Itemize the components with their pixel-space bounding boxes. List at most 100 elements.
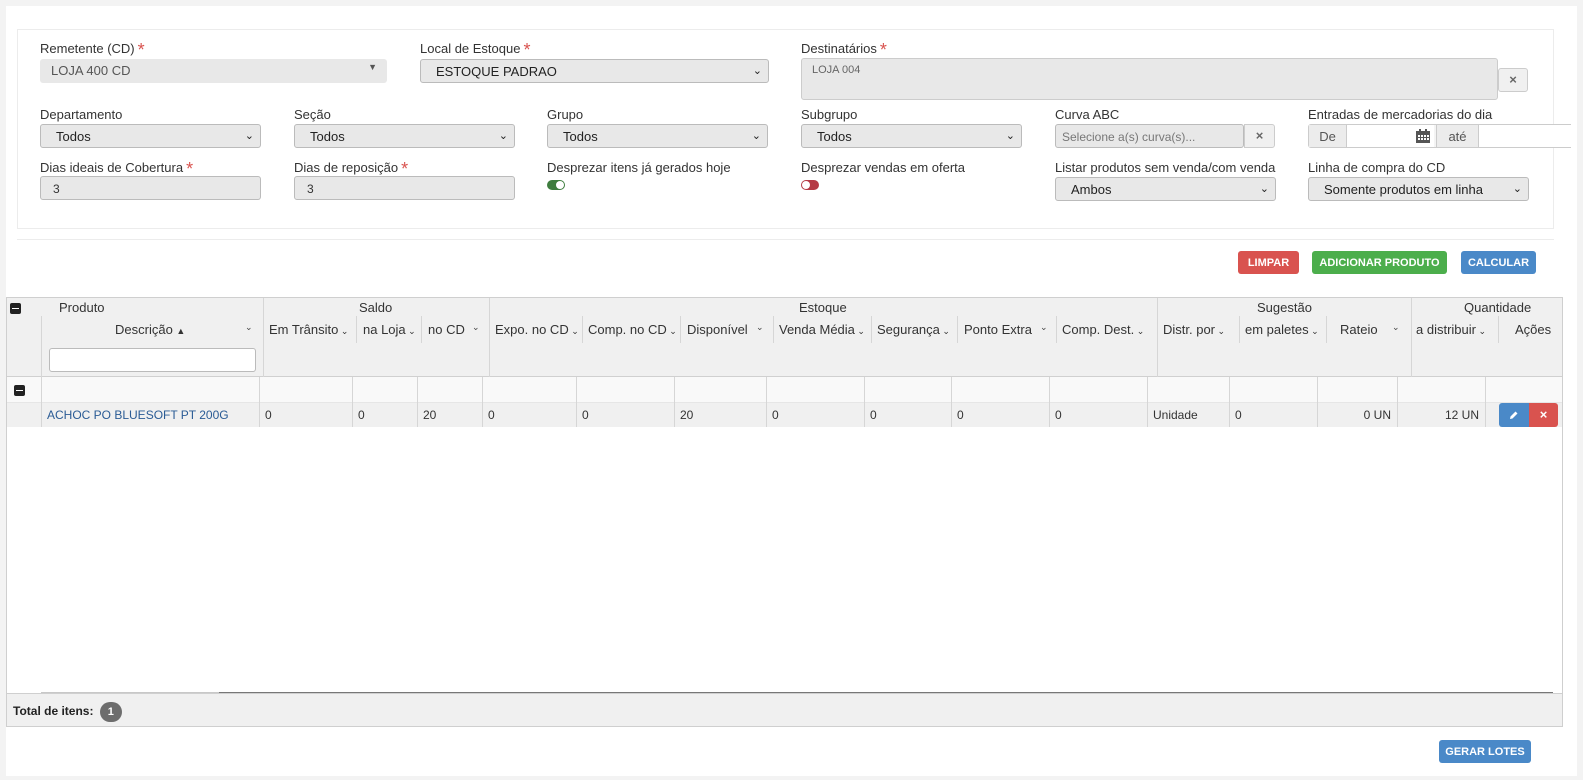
desprezar-itens-label: Desprezar itens já gerados hoje xyxy=(547,160,731,175)
col-em-transito[interactable]: Em Trânsito ⌄ xyxy=(269,322,348,337)
col-disponivel[interactable]: Disponível xyxy=(687,322,748,337)
ate-addon: até xyxy=(1436,125,1479,147)
divider xyxy=(17,239,1554,240)
grupo-value: Todos xyxy=(563,129,598,144)
col-distr-por[interactable]: Distr. por ⌄ xyxy=(1163,322,1233,337)
cell-seguranca: 0 xyxy=(870,408,877,422)
delete-button[interactable]: × xyxy=(1529,403,1558,427)
sort-asc-icon: ▲ xyxy=(176,326,186,336)
col-comp-dest[interactable]: Comp. Dest. ⌄ xyxy=(1062,322,1150,337)
departamento-label: Departamento xyxy=(40,107,123,122)
entradas-label: Entradas de mercadorias do dia xyxy=(1308,107,1493,122)
edit-button[interactable] xyxy=(1499,403,1529,427)
col-na-loja[interactable]: na Loja ⌄ xyxy=(363,322,415,337)
col-rateio[interactable]: Rateio xyxy=(1340,322,1378,337)
total-itens-badge: 1 xyxy=(99,702,122,722)
chevron-down-icon: ⌄ xyxy=(1259,183,1269,195)
departamento-select[interactable]: Todos ⌄ xyxy=(40,124,261,148)
calcular-button[interactable]: CALCULAR xyxy=(1461,251,1536,274)
subgrupo-select[interactable]: Todos ⌄ xyxy=(801,124,1022,148)
date-to-input[interactable] xyxy=(1479,125,1572,147)
cell-expo-cd: 0 xyxy=(488,408,495,422)
table-row[interactable]: ACHOC PO BLUESOFT PT 200G 0 0 20 0 0 20 … xyxy=(7,403,1562,427)
entradas-date-range: De até xyxy=(1308,124,1572,148)
subgrupo-label: Subgrupo xyxy=(801,107,858,122)
product-link[interactable]: ACHOC PO BLUESOFT PT 200G xyxy=(47,408,229,422)
local-estoque-label: Local de Estoque * xyxy=(420,40,531,60)
grid-footer: Total de itens: 1 xyxy=(6,693,1563,727)
destinatario-tag[interactable]: LOJA 004 xyxy=(812,64,860,76)
desprezar-vendas-label: Desprezar vendas em oferta xyxy=(801,160,966,175)
products-grid: Produto Saldo Estoque Sugestão Quantidad… xyxy=(6,297,1563,727)
destinatarios-input[interactable]: LOJA 004 xyxy=(801,58,1498,100)
collapse-icon[interactable] xyxy=(14,385,25,396)
linha-compra-select[interactable]: Somente produtos em linha ⌄ xyxy=(1308,177,1529,201)
chevron-down-icon[interactable]: ⌄ xyxy=(1392,322,1400,333)
dias-cobertura-input[interactable]: 3 xyxy=(40,176,261,200)
col-expo-cd[interactable]: Expo. no CD ⌄ xyxy=(495,322,579,337)
col-comp-cd[interactable]: Comp. no CD ⌄ xyxy=(588,322,677,337)
curva-abc-input[interactable]: Selecione a(s) curva(s)... xyxy=(1055,124,1244,148)
gerar-lotes-button[interactable]: GERAR LOTES xyxy=(1439,740,1531,763)
dias-reposicao-label: Dias de reposição * xyxy=(294,159,409,179)
cell-rateio: 0 UN xyxy=(1363,408,1391,422)
grupo-label: Grupo xyxy=(547,107,584,122)
col-em-paletes[interactable]: em paletes ⌄ xyxy=(1245,322,1323,337)
grupo-select[interactable]: Todos ⌄ xyxy=(547,124,768,148)
toggle-knob xyxy=(802,181,810,189)
cell-em-transito: 0 xyxy=(265,408,272,422)
calendar-icon[interactable] xyxy=(1415,128,1431,143)
col-no-cd[interactable]: no CD xyxy=(428,322,465,337)
col-venda-media[interactable]: Venda Média ⌄ xyxy=(779,322,865,337)
curva-abc-label: Curva ABC xyxy=(1055,107,1120,122)
group-quantidade: Quantidade xyxy=(1464,300,1532,315)
group-saldo: Saldo xyxy=(359,300,393,315)
group-row xyxy=(7,377,1562,403)
toggle-knob xyxy=(556,181,564,189)
chevron-down-icon[interactable]: ⌄ xyxy=(245,322,253,333)
secao-value: Todos xyxy=(310,129,345,144)
departamento-value: Todos xyxy=(56,129,91,144)
chevron-down-icon[interactable]: ⌄ xyxy=(756,322,764,333)
close-icon: × xyxy=(1539,407,1548,422)
chevron-down-icon[interactable]: ⌄ xyxy=(472,322,480,333)
chevron-down-icon: ⌄ xyxy=(244,130,254,142)
chevron-down-icon: ⌄ xyxy=(498,130,508,142)
listar-produtos-label: Listar produtos sem venda/com venda xyxy=(1055,160,1276,175)
clear-destinatarios-button[interactable]: × xyxy=(1498,68,1528,92)
col-ponto-extra[interactable]: Ponto Extra xyxy=(964,322,1032,337)
cell-disponivel: 20 xyxy=(680,408,694,422)
subgrupo-value: Todos xyxy=(817,129,852,144)
remetente-select[interactable]: LOJA 400 CD ▼ xyxy=(40,59,387,83)
total-itens-label: Total de itens: 1 xyxy=(13,702,122,722)
col-a-distribuir[interactable]: a distribuir ⌄ xyxy=(1416,322,1496,337)
col-seguranca[interactable]: Segurança ⌄ xyxy=(877,322,953,337)
cell-distr-por: Unidade xyxy=(1153,408,1198,422)
cell-comp-dest: 0 xyxy=(1055,408,1062,422)
chevron-down-icon: ⌄ xyxy=(752,65,762,77)
chevron-down-icon[interactable]: ⌄ xyxy=(1040,322,1048,333)
remetente-value: LOJA 400 CD xyxy=(51,63,131,78)
listar-produtos-select[interactable]: Ambos ⌄ xyxy=(1055,177,1276,201)
secao-label: Seção xyxy=(294,107,331,122)
desprezar-itens-toggle[interactable] xyxy=(547,180,565,190)
close-icon: × xyxy=(1255,128,1264,143)
adicionar-produto-button[interactable]: ADICIONAR PRODUTO xyxy=(1312,251,1447,274)
cell-ponto-extra: 0 xyxy=(957,408,964,422)
secao-select[interactable]: Todos ⌄ xyxy=(294,124,515,148)
clear-curva-abc-button[interactable]: × xyxy=(1244,124,1275,148)
limpar-button[interactable]: LIMPAR xyxy=(1238,251,1299,274)
local-estoque-select[interactable]: ESTOQUE PADRAO ⌄ xyxy=(420,59,769,83)
desprezar-vendas-toggle[interactable] xyxy=(801,180,819,190)
linha-compra-label: Linha de compra do CD xyxy=(1308,160,1446,175)
linha-compra-value: Somente produtos em linha xyxy=(1324,182,1483,197)
group-estoque: Estoque xyxy=(799,300,847,315)
cell-em-paletes: 0 xyxy=(1235,408,1242,422)
destinatarios-label: Destinatários * xyxy=(801,40,887,60)
cell-no-cd: 20 xyxy=(423,408,437,422)
dias-reposicao-input[interactable]: 3 xyxy=(294,176,515,200)
cell-comp-cd: 0 xyxy=(582,408,589,422)
descricao-filter-input[interactable] xyxy=(49,348,256,372)
collapse-icon[interactable] xyxy=(10,303,21,314)
col-descricao[interactable]: Descrição ▲ xyxy=(115,322,185,337)
